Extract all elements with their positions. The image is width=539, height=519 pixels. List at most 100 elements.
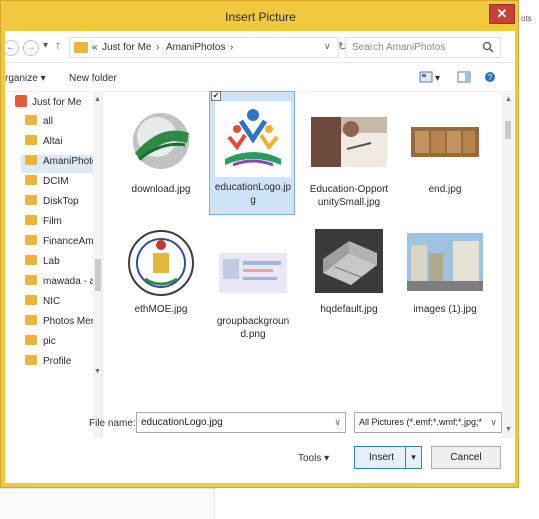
breadcrumb-amaniphotos[interactable]: AmaniPhotos xyxy=(166,42,225,53)
nav-item-film[interactable]: Film xyxy=(25,215,62,233)
file-item-end[interactable]: end.jpg xyxy=(405,103,485,196)
file-type-dropdown[interactable]: ∨ xyxy=(490,417,497,428)
nav-item-pic[interactable]: pic xyxy=(25,335,56,353)
dialog-title: Insert Picture xyxy=(225,10,296,24)
nav-item-label: Profile xyxy=(43,356,72,367)
nav-item-altai[interactable]: Altai xyxy=(25,135,62,153)
address-row: ← → ▾ ↑ « Just for Me › AmaniPhotos › ∨ … xyxy=(3,31,515,63)
file-name-value: educationLogo.jpg xyxy=(141,417,223,428)
nav-scroll-down[interactable]: ▼ xyxy=(94,368,101,375)
nav-item-dcim[interactable]: DCIM xyxy=(25,175,69,193)
thumbnail-education-opportunity xyxy=(311,103,387,179)
folder-icon xyxy=(25,155,37,165)
navigation-pane: Just for Me all Altai AmaniPhotos DCIM D… xyxy=(5,93,103,438)
file-item-ethmoe[interactable]: ethMOE.jpg xyxy=(121,223,201,316)
nav-scrollbar[interactable]: ▲ ▼ xyxy=(93,93,102,438)
nav-item-all[interactable]: all xyxy=(25,115,53,133)
title-bar[interactable]: Insert Picture ✕ xyxy=(1,1,520,31)
breadcrumb-separator[interactable]: › xyxy=(230,42,233,53)
file-name-dropdown[interactable]: ∨ xyxy=(334,417,341,428)
nav-scroll-thumb[interactable] xyxy=(95,259,101,291)
search-icon[interactable] xyxy=(482,41,494,53)
preview-pane-icon[interactable] xyxy=(457,71,471,83)
nav-item-financeamir[interactable]: FinanceAmir xyxy=(25,235,99,253)
library-icon xyxy=(15,95,27,107)
nav-item-label: mawada - ak xyxy=(43,276,101,287)
nav-item-amaniphotos[interactable]: AmaniPhotos xyxy=(21,155,102,173)
file-scroll-down[interactable]: ▼ xyxy=(505,426,512,433)
breadcrumb-separator[interactable]: › xyxy=(156,42,159,53)
file-type-filter-value: All Pictures (*.emf;*.wmf;*.jpg;* xyxy=(359,417,483,427)
thumbnail-download xyxy=(123,103,199,179)
file-item-education-logo[interactable]: ✔ educationLogo.jpg xyxy=(209,91,295,215)
globe-logo-image xyxy=(133,113,189,169)
close-button[interactable]: ✕ xyxy=(489,4,515,24)
nav-scroll-up[interactable]: ▲ xyxy=(94,96,101,103)
command-toolbar: rganize ▾ New folder ▾ ? xyxy=(5,64,515,92)
file-name-input[interactable]: educationLogo.jpg ∨ xyxy=(136,412,346,433)
file-list-scrollbar[interactable]: ▲ ▼ xyxy=(502,93,514,438)
file-item-hqdefault[interactable]: hqdefault.jpg xyxy=(309,223,389,316)
file-scroll-up[interactable]: ▲ xyxy=(505,96,512,103)
tools-menu[interactable]: Tools ▾ xyxy=(298,453,329,464)
nav-item-label: DiskTop xyxy=(43,196,79,207)
wooden-blocks-image xyxy=(411,127,479,157)
search-input[interactable]: Search AmaniPhotos xyxy=(345,37,501,58)
file-item-education-opportunity[interactable]: Education-OpportunitySmall.jpg xyxy=(309,103,389,209)
nav-item-lab[interactable]: Lab xyxy=(25,255,60,273)
cancel-button[interactable]: Cancel xyxy=(431,446,501,469)
search-placeholder: Search AmaniPhotos xyxy=(352,42,446,53)
file-type-filter[interactable]: All Pictures (*.emf;*.wmf;*.jpg;* ∨ xyxy=(354,412,502,433)
organize-menu[interactable]: rganize ▾ xyxy=(5,73,46,84)
nav-item-label: NIC xyxy=(43,296,61,307)
breadcrumb-just-for-me[interactable]: Just for Me xyxy=(102,42,151,53)
folder-icon xyxy=(25,215,37,225)
nav-item-label: pic xyxy=(43,336,56,347)
file-scroll-thumb[interactable] xyxy=(505,121,511,139)
nav-item-disktop[interactable]: DiskTop xyxy=(25,195,79,213)
file-list: download.jpg ✔ educationLogo.jpg Educati… xyxy=(109,91,501,438)
nav-item-photos-mem[interactable]: Photos Mem xyxy=(25,315,99,333)
file-name: groupbackground.png xyxy=(216,316,290,340)
folder-icon xyxy=(25,315,37,325)
folder-icon xyxy=(25,275,37,285)
view-dropdown[interactable]: ▾ xyxy=(435,73,440,84)
folder-icon xyxy=(25,355,37,365)
nav-item-profile[interactable]: Profile xyxy=(25,355,71,373)
background-bottom-panel xyxy=(0,488,215,519)
nav-item-nic[interactable]: NIC xyxy=(25,295,60,313)
folder-icon xyxy=(25,235,37,245)
nav-item-mawada[interactable]: mawada - ak xyxy=(25,275,100,293)
nav-item-just-for-me[interactable]: Just for Me xyxy=(15,95,81,113)
insert-button-label: Insert xyxy=(369,452,395,463)
nav-item-label: Just for Me xyxy=(32,97,82,108)
address-history-dropdown[interactable]: ∨ xyxy=(324,41,331,52)
view-options-icon[interactable] xyxy=(419,71,433,83)
file-item-groupbackground[interactable]: groupbackground.png xyxy=(213,235,293,341)
back-button[interactable]: ← xyxy=(3,40,19,56)
file-item-images-1[interactable]: images (1).jpg xyxy=(405,223,485,316)
recent-locations-dropdown[interactable]: ▾ xyxy=(43,40,48,51)
thumbnail-end xyxy=(407,103,483,179)
folder-icon xyxy=(25,255,37,265)
breadcrumb-overflow[interactable]: « xyxy=(92,42,98,53)
folder-icon xyxy=(25,115,37,125)
address-bar[interactable]: « Just for Me › AmaniPhotos › ∨ ↻ xyxy=(69,37,347,58)
background-side-text: ots xyxy=(521,14,532,23)
selection-checkbox[interactable]: ✔ xyxy=(211,91,221,101)
insert-options-dropdown[interactable]: ▾ xyxy=(405,447,421,468)
folder-icon xyxy=(25,175,37,185)
education-logo-image xyxy=(215,101,291,177)
thumbnail-hqdefault xyxy=(311,223,387,299)
nav-item-label: Altai xyxy=(43,136,63,147)
forward-button[interactable]: → xyxy=(23,40,39,56)
thumbnail-images-1 xyxy=(407,223,483,299)
file-name: ethMOE.jpg xyxy=(134,304,188,315)
insert-button[interactable]: Insert ▾ xyxy=(354,446,422,469)
new-folder-button[interactable]: New folder xyxy=(69,73,117,84)
up-button[interactable]: ↑ xyxy=(55,38,61,52)
folder-icon xyxy=(25,335,37,345)
help-icon[interactable]: ? xyxy=(483,71,497,83)
file-item-download[interactable]: download.jpg xyxy=(121,103,201,196)
thumbnail-groupbackground xyxy=(215,235,291,311)
